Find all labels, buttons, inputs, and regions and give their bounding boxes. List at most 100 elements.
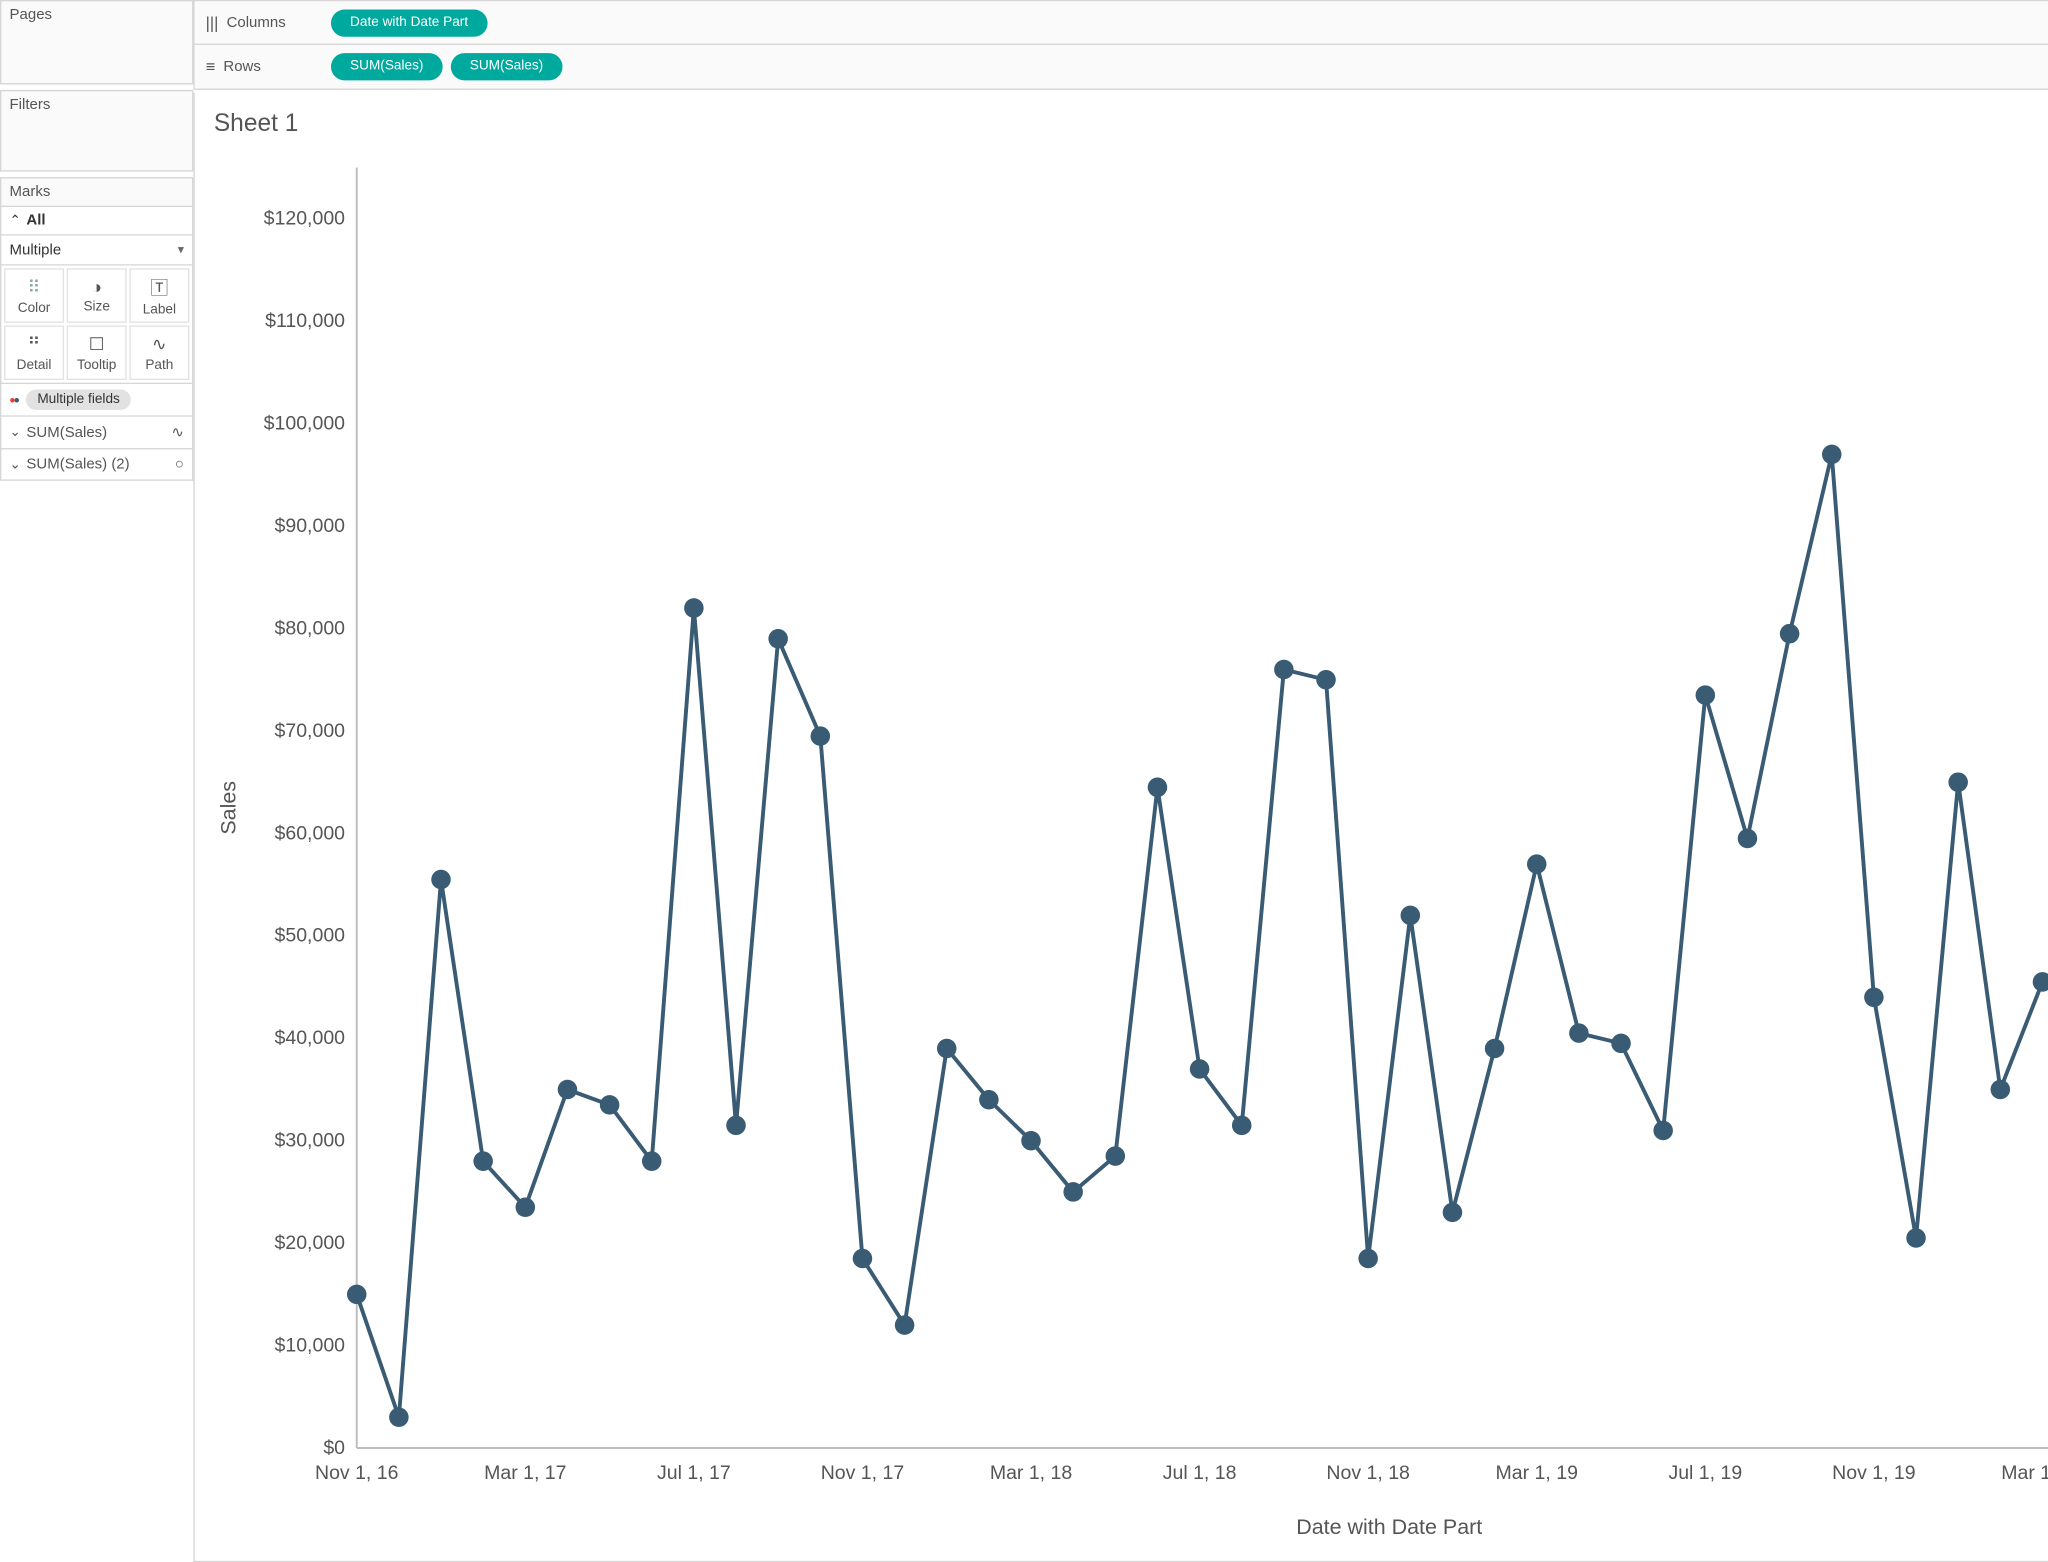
columns-icon: ||| xyxy=(206,13,219,32)
data-point-5[interactable] xyxy=(558,1080,578,1100)
data-point-37[interactable] xyxy=(1906,1228,1926,1248)
data-point-31[interactable] xyxy=(1653,1121,1673,1141)
data-point-24[interactable] xyxy=(1358,1249,1378,1269)
marks-path-button[interactable]: ∿ Path xyxy=(129,326,189,380)
size-icon: ◑ xyxy=(91,276,102,296)
marks-detail-button[interactable]: ⠛ Detail xyxy=(4,326,64,380)
column-pill-0[interactable]: Date with Date Part xyxy=(331,9,487,36)
data-point-19[interactable] xyxy=(1148,778,1168,798)
data-point-10[interactable] xyxy=(768,629,788,649)
marks-label-button[interactable]: 🅃 Label xyxy=(129,268,189,322)
filters-card[interactable]: Filters xyxy=(0,90,193,172)
marks-card-header: Marks xyxy=(0,177,193,207)
svg-text:$40,000: $40,000 xyxy=(275,1027,346,1049)
columns-shelf[interactable]: ||| Columns Date with Date Part xyxy=(195,1,2048,45)
data-point-0[interactable] xyxy=(347,1285,367,1305)
multiple-fields-pill: Multiple fields xyxy=(26,390,130,410)
data-point-13[interactable] xyxy=(895,1315,915,1335)
sales-line-chart[interactable]: $0$0$10,000$10,000$20,000$20,000$30,000$… xyxy=(208,140,2048,1545)
color-legend-icon: •• xyxy=(10,390,19,409)
data-point-36[interactable] xyxy=(1864,988,1884,1008)
marks-color-button[interactable]: ⠿ Color xyxy=(4,268,64,322)
svg-text:Mar 1, 20: Mar 1, 20 xyxy=(2001,1462,2048,1484)
marks-multiple-fields-row[interactable]: •• Multiple fields xyxy=(0,384,193,417)
data-point-39[interactable] xyxy=(1991,1080,2011,1100)
data-point-8[interactable] xyxy=(684,598,704,618)
data-point-25[interactable] xyxy=(1401,906,1421,926)
line-shape-icon: ∿ xyxy=(171,424,184,442)
mark-type-selected: Multiple xyxy=(10,242,62,258)
data-point-3[interactable] xyxy=(473,1151,493,1171)
data-point-6[interactable] xyxy=(600,1095,620,1115)
svg-text:Sales: Sales xyxy=(217,781,241,835)
data-point-22[interactable] xyxy=(1274,660,1294,680)
svg-text:$20,000: $20,000 xyxy=(275,1232,346,1254)
rows-label: Rows xyxy=(223,59,260,75)
data-point-27[interactable] xyxy=(1485,1039,1505,1059)
tooltip-icon: ☐ xyxy=(89,333,105,355)
data-point-18[interactable] xyxy=(1106,1146,1126,1166)
pages-card[interactable]: Pages xyxy=(0,0,193,84)
data-point-12[interactable] xyxy=(853,1249,873,1269)
svg-text:$70,000: $70,000 xyxy=(275,720,346,742)
color-icon: ⠿ xyxy=(28,276,41,298)
svg-text:$80,000: $80,000 xyxy=(275,617,346,639)
svg-text:Nov 1, 18: Nov 1, 18 xyxy=(1326,1462,1409,1484)
data-point-33[interactable] xyxy=(1738,829,1758,849)
chevron-down-icon: ⌄ xyxy=(10,457,21,472)
marks-all-label: All xyxy=(26,212,45,228)
data-point-28[interactable] xyxy=(1527,854,1547,874)
data-point-21[interactable] xyxy=(1232,1116,1252,1136)
data-point-26[interactable] xyxy=(1443,1203,1463,1223)
filters-label: Filters xyxy=(10,97,51,113)
svg-text:Mar 1, 17: Mar 1, 17 xyxy=(484,1462,566,1484)
svg-text:$110,000: $110,000 xyxy=(265,310,345,332)
svg-text:$10,000: $10,000 xyxy=(275,1334,346,1356)
data-point-23[interactable] xyxy=(1316,670,1336,690)
svg-text:Nov 1, 16: Nov 1, 16 xyxy=(315,1462,398,1484)
chevron-down-icon: ⌄ xyxy=(10,425,21,440)
row-pill-0[interactable]: SUM(Sales) xyxy=(331,53,443,80)
data-point-14[interactable] xyxy=(937,1039,957,1059)
data-point-32[interactable] xyxy=(1696,685,1716,705)
data-point-7[interactable] xyxy=(642,1151,662,1171)
svg-text:$50,000: $50,000 xyxy=(275,925,346,947)
marks-label: Marks xyxy=(10,184,51,200)
svg-text:$0: $0 xyxy=(323,1437,345,1459)
svg-text:Mar 1, 19: Mar 1, 19 xyxy=(1496,1462,1578,1484)
data-point-34[interactable] xyxy=(1780,624,1800,644)
path-icon: ∿ xyxy=(152,333,167,355)
data-point-30[interactable] xyxy=(1611,1034,1631,1054)
svg-text:Nov 1, 19: Nov 1, 19 xyxy=(1832,1462,1915,1484)
data-point-38[interactable] xyxy=(1948,772,1968,792)
circle-shape-icon: ○ xyxy=(175,456,184,472)
rows-shelf[interactable]: ≡ Rows SUM(Sales)SUM(Sales) xyxy=(195,45,2048,89)
measure-row-0[interactable]: ⌄ SUM(Sales) ∿ xyxy=(0,417,193,450)
data-point-1[interactable] xyxy=(389,1408,409,1428)
svg-text:Nov 1, 17: Nov 1, 17 xyxy=(821,1462,904,1484)
measure-row-1[interactable]: ⌄ SUM(Sales) (2) ○ xyxy=(0,449,193,480)
sheet-title: Sheet 1 xyxy=(214,109,2048,138)
data-point-15[interactable] xyxy=(979,1090,999,1110)
data-point-16[interactable] xyxy=(1021,1131,1041,1151)
data-point-11[interactable] xyxy=(811,726,831,746)
svg-text:$90,000: $90,000 xyxy=(275,515,346,537)
data-point-20[interactable] xyxy=(1190,1059,1210,1079)
data-point-17[interactable] xyxy=(1063,1182,1083,1202)
row-pill-1[interactable]: SUM(Sales) xyxy=(451,53,563,80)
data-point-4[interactable] xyxy=(516,1198,536,1218)
data-point-40[interactable] xyxy=(2033,972,2048,992)
svg-text:Date with Date Part: Date with Date Part xyxy=(1296,1515,1482,1539)
svg-text:Jul 1, 18: Jul 1, 18 xyxy=(1163,1462,1237,1484)
chevron-up-icon: ⌃ xyxy=(10,213,21,228)
data-point-2[interactable] xyxy=(431,870,451,890)
data-point-9[interactable] xyxy=(726,1116,746,1136)
marks-tooltip-button[interactable]: ☐ Tooltip xyxy=(67,326,127,380)
data-point-29[interactable] xyxy=(1569,1023,1589,1043)
mark-type-select[interactable]: Multiple ▾ xyxy=(0,236,193,266)
marks-all-toggle[interactable]: ⌃ All xyxy=(0,207,193,236)
columns-label: Columns xyxy=(227,14,286,30)
data-point-35[interactable] xyxy=(1822,445,1842,465)
svg-text:$60,000: $60,000 xyxy=(275,822,346,844)
marks-size-button[interactable]: ◑ Size xyxy=(67,268,127,322)
